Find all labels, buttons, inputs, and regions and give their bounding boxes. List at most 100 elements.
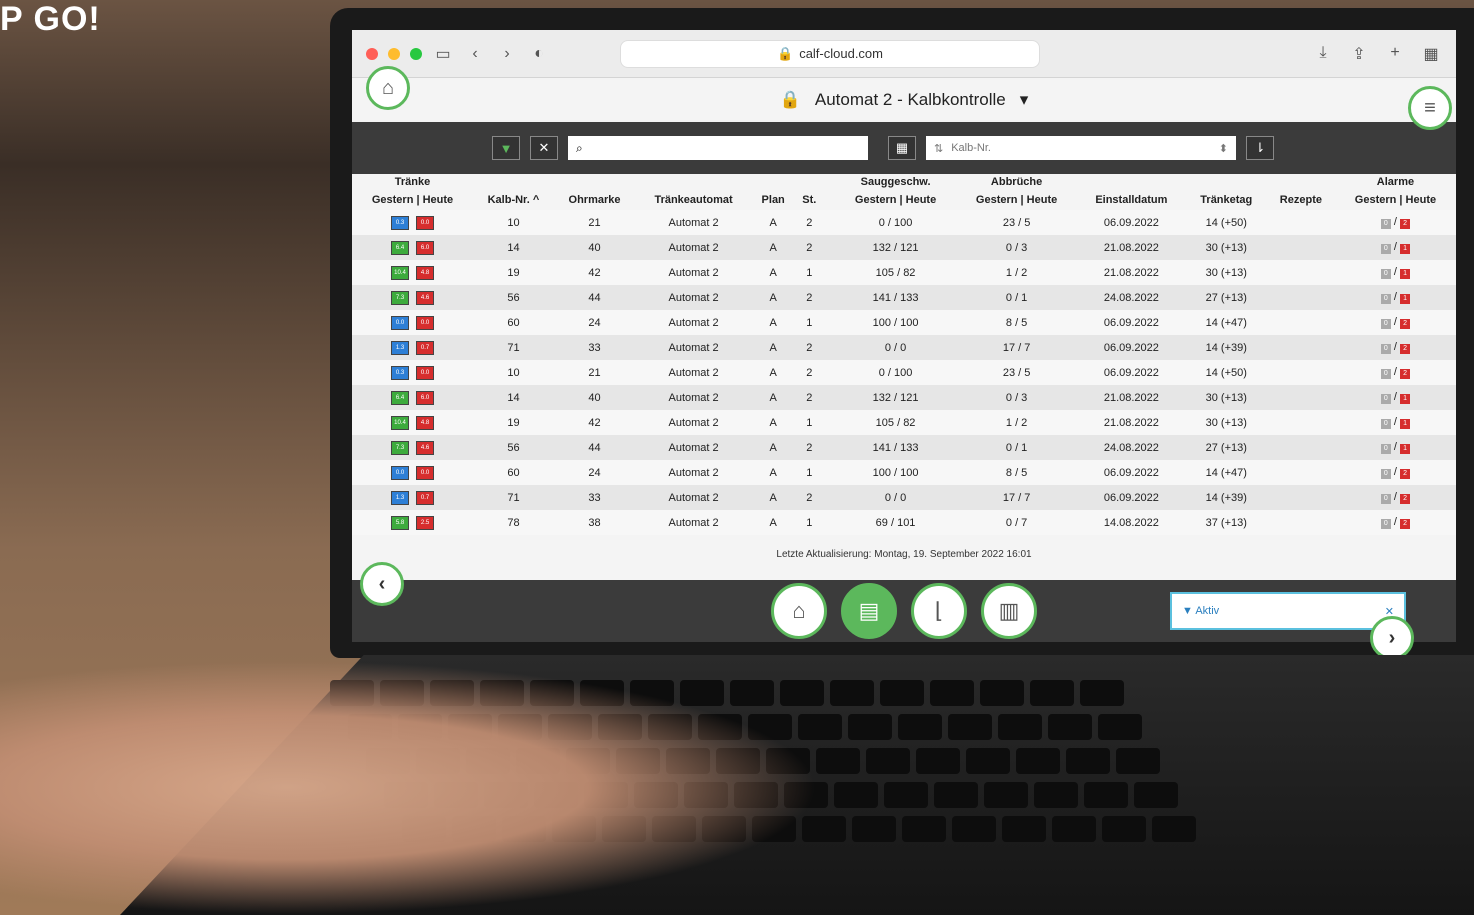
sauggeschw-cell: 141 / 133 xyxy=(872,291,919,304)
url-text: calf-cloud.com xyxy=(799,46,883,61)
back-icon[interactable]: ‹ xyxy=(464,45,486,63)
chevron-down-icon[interactable]: ▾ xyxy=(1020,90,1029,110)
traenkeautomat-cell: Automat 2 xyxy=(668,266,719,279)
table-row[interactable]: 0.3 0.0 10 21 Automat 2 A 2 0 / 100 23 /… xyxy=(352,360,1456,385)
grid-view-button[interactable]: ▦ xyxy=(888,136,916,160)
table-row[interactable]: 5.8 2.5 78 38 Automat 2 A 1 69 / 101 0 /… xyxy=(352,510,1456,535)
traenkeautomat-cell: Automat 2 xyxy=(668,416,719,429)
col-abbrueche[interactable]: Gestern | Heute xyxy=(956,190,1077,210)
traenke-cell: 6.4 6.0 xyxy=(352,235,473,260)
tank-yesterday-icon: 7.3 xyxy=(390,441,409,455)
keyboard-key xyxy=(980,680,1024,706)
nav-home-button[interactable]: ⌂ xyxy=(771,583,827,639)
keyboard-key xyxy=(1052,816,1096,842)
new-tab-icon[interactable]: + xyxy=(1384,44,1406,64)
filter-button[interactable]: ▼ xyxy=(492,136,520,160)
kalb-nr-cell: 10 xyxy=(507,366,520,379)
kalb-nr-cell: 71 xyxy=(507,341,520,354)
forward-icon[interactable]: › xyxy=(496,45,518,63)
privacy-shield-icon[interactable]: ◐ xyxy=(528,45,550,63)
sort-direction-button[interactable]: ⇂ xyxy=(1246,136,1274,160)
col-einstalldatum[interactable]: Einstalldatum xyxy=(1077,190,1186,210)
home-button[interactable]: ⌂ xyxy=(366,66,410,110)
clear-filter-button[interactable]: ✕ xyxy=(530,136,558,160)
chevron-left-icon: ‹ xyxy=(378,572,386,595)
rezepte-cell xyxy=(1267,310,1335,335)
table-row[interactable]: 0.0 0.0 60 24 Automat 2 A 1 100 / 100 8 … xyxy=(352,310,1456,335)
alarm-yesterday-badge: 0 xyxy=(1380,344,1391,354)
group-header-traenke: Tränke xyxy=(394,176,431,188)
kalb-nr-cell: 60 xyxy=(507,316,520,329)
ohrmarke-cell: 40 xyxy=(588,391,601,404)
sauggeschw-cell: 132 / 121 xyxy=(872,241,919,254)
minimize-window-button[interactable] xyxy=(388,47,400,60)
col-ohrmarke[interactable]: Ohrmarke xyxy=(554,190,635,210)
table-row[interactable]: 6.4 6.0 14 40 Automat 2 A 2 132 / 121 0 … xyxy=(352,235,1456,260)
keyboard-key xyxy=(1102,816,1146,842)
col-sauggeschw[interactable]: Gestern | Heute xyxy=(835,190,956,210)
st-cell: 2 xyxy=(806,391,813,404)
kalb-nr-cell: 14 xyxy=(507,391,520,404)
col-traenkeautomat[interactable]: Tränkeautomat xyxy=(635,190,752,210)
col-plan[interactable]: Plan xyxy=(752,190,794,210)
maximize-window-button[interactable] xyxy=(410,47,422,60)
table-row[interactable]: 10.4 4.8 19 42 Automat 2 A 1 105 / 82 1 … xyxy=(352,410,1456,435)
kalb-nr-cell: 14 xyxy=(507,241,520,254)
col-kalb-nr[interactable]: Kalb-Nr. ^ xyxy=(473,190,554,210)
table-row[interactable]: 1.3 0.7 71 33 Automat 2 A 2 0 / 0 17 / 7… xyxy=(352,485,1456,510)
alarm-yesterday-badge: 0 xyxy=(1380,519,1391,529)
col-st[interactable]: St. xyxy=(794,190,824,210)
kalb-nr-cell: 56 xyxy=(507,441,520,454)
nav-chart-button[interactable]: ⌊ xyxy=(911,583,967,639)
tab-overview-icon[interactable]: ▦ xyxy=(1420,44,1442,64)
active-filter-chip[interactable]: ▼ Aktiv ✕ xyxy=(1170,592,1406,630)
sauggeschw-cell: 100 / 100 xyxy=(872,466,919,479)
col-alarme[interactable]: Gestern | Heute xyxy=(1335,190,1456,210)
st-cell: 1 xyxy=(806,266,813,279)
sauggeschw-cell: 105 / 82 xyxy=(875,416,916,429)
col-traenke[interactable]: Gestern | Heute xyxy=(352,190,473,210)
sauggeschw-cell: 0 / 0 xyxy=(884,341,907,354)
nav-list-button[interactable]: ▤ xyxy=(841,583,897,639)
table-row[interactable]: 7.3 4.6 56 44 Automat 2 A 2 141 / 133 0 … xyxy=(352,285,1456,310)
table-row[interactable]: 6.4 6.0 14 40 Automat 2 A 2 132 / 121 0 … xyxy=(352,385,1456,410)
next-page-button[interactable]: › xyxy=(1370,616,1414,660)
keyboard-key xyxy=(1048,714,1092,740)
col-traenketag[interactable]: Tränketag xyxy=(1186,190,1267,210)
alarm-yesterday-badge: 0 xyxy=(1380,469,1391,479)
share-icon[interactable]: ⇪ xyxy=(1348,44,1370,64)
page-title[interactable]: Automat 2 - Kalbkontrolle xyxy=(815,90,1006,110)
einstalldatum-cell: 06.09.2022 xyxy=(1103,491,1159,504)
sauggeschw-cell: 132 / 121 xyxy=(872,391,919,404)
kalb-nr-cell: 10 xyxy=(507,216,520,229)
nav-feeder-button[interactable]: ▥ xyxy=(981,583,1037,639)
sidebar-toggle-icon[interactable]: ▭ xyxy=(432,44,454,64)
previous-page-button[interactable]: ‹ xyxy=(360,562,404,606)
menu-button[interactable]: ≡ xyxy=(1408,86,1452,130)
keyboard-key xyxy=(1116,748,1160,774)
table-row[interactable]: 0.0 0.0 60 24 Automat 2 A 1 100 / 100 8 … xyxy=(352,460,1456,485)
traenkeautomat-cell: Automat 2 xyxy=(668,241,719,254)
plan-cell: A xyxy=(769,466,777,479)
sauggeschw-cell: 141 / 133 xyxy=(872,441,919,454)
rezepte-cell xyxy=(1267,435,1335,460)
kalb-nr-cell: 19 xyxy=(507,266,520,279)
download-icon[interactable]: ⤓ xyxy=(1312,44,1334,64)
table-row[interactable]: 0.3 0.0 10 21 Automat 2 A 2 0 / 100 23 /… xyxy=(352,210,1456,235)
col-rezepte[interactable]: Rezepte xyxy=(1267,190,1335,210)
sort-select[interactable]: ⇅ Kalb-Nr. ⬍ xyxy=(926,136,1236,160)
ohrmarke-cell: 21 xyxy=(588,216,601,229)
abbrueche-cell: 1 / 2 xyxy=(1005,266,1028,279)
table-row[interactable]: 10.4 4.8 19 42 Automat 2 A 1 105 / 82 1 … xyxy=(352,260,1456,285)
alarm-yesterday-badge: 0 xyxy=(1380,419,1391,429)
address-bar[interactable]: 🔒 calf-cloud.com xyxy=(620,39,1040,68)
lock-icon: 🔒 xyxy=(779,90,801,109)
st-cell: 2 xyxy=(806,491,813,504)
search-input[interactable]: ⌕ xyxy=(568,136,868,160)
close-window-button[interactable] xyxy=(366,47,378,60)
kalb-nr-cell: 19 xyxy=(507,416,520,429)
alarm-today-badge: 1 xyxy=(1400,419,1411,429)
plan-cell: A xyxy=(769,291,777,304)
table-row[interactable]: 7.3 4.6 56 44 Automat 2 A 2 141 / 133 0 … xyxy=(352,435,1456,460)
table-row[interactable]: 1.3 0.7 71 33 Automat 2 A 2 0 / 0 17 / 7… xyxy=(352,335,1456,360)
